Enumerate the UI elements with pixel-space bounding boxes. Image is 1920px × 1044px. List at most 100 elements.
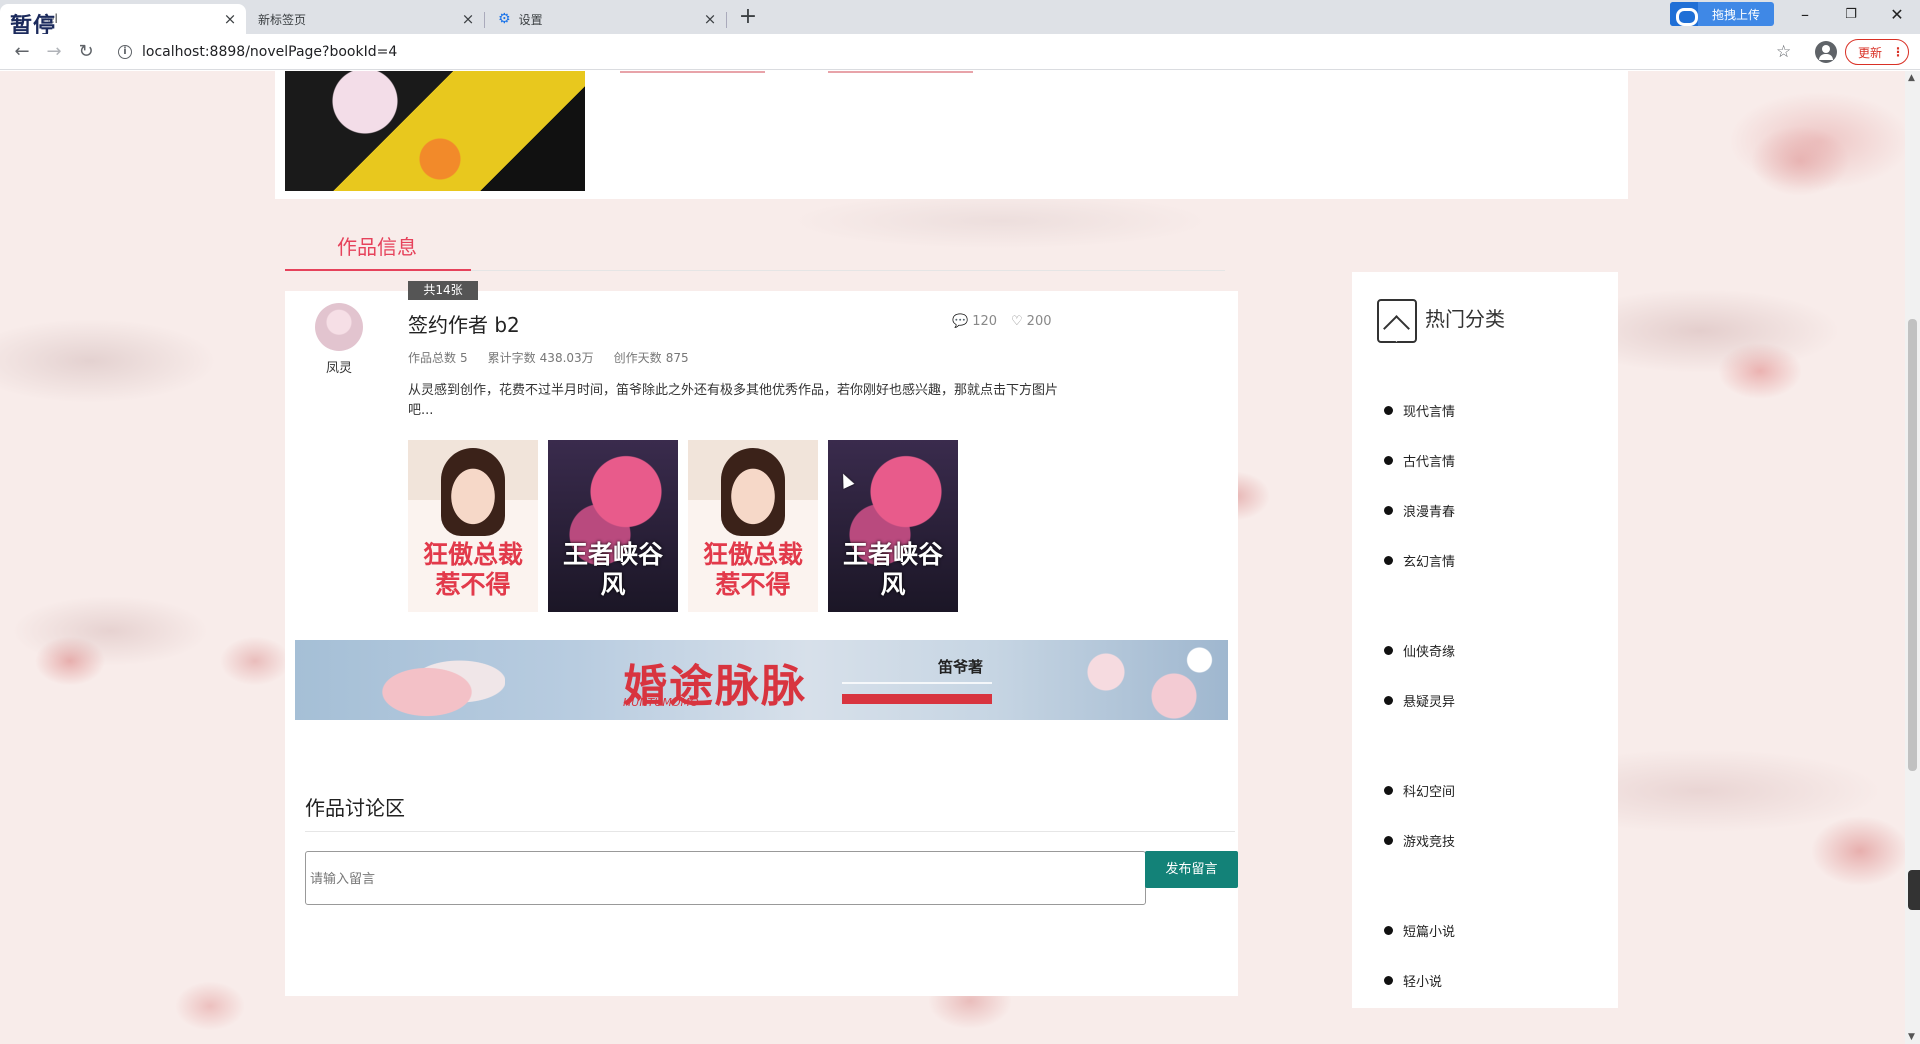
bookmark-star-icon[interactable]: ☆ [1776,42,1791,62]
active-tab-underline [285,269,471,271]
info-icon[interactable]: i [118,45,132,59]
like-count[interactable]: ♡ 200 [1011,314,1051,329]
comment-input[interactable] [305,851,1146,905]
bullet-icon [1384,926,1393,935]
heart-icon: ♡ [1011,314,1023,329]
divider [305,831,1235,832]
close-window-button[interactable]: ✕ [1874,0,1920,30]
category-label: 古代言情 [1403,455,1456,470]
close-tab-icon[interactable]: × [702,11,718,27]
stat-label: 累计字数 [487,351,536,365]
book-list: 狂傲总裁惹不得 王者峡谷风 狂傲总裁惹不得 王者峡谷风 [408,440,958,612]
minimize-button[interactable]: – [1782,0,1828,30]
cloud-icon [1670,2,1698,26]
stat-item: 累计字数 438.03万 [488,349,594,366]
banner-decoration [842,694,992,704]
count-badge: 共14张 [408,281,478,300]
category-item[interactable]: 游戏竞技 [1384,831,1455,850]
book-cover[interactable]: 狂傲总裁惹不得 [688,440,818,612]
stat-label: 作品总数 [408,351,457,365]
author-avatar-name: 凤灵 [326,361,353,376]
author-counts: 💬 120 ♡ 200 [952,314,1052,329]
book-cover[interactable]: 狂傲总裁惹不得 [408,440,538,612]
author-title: 签约作者 b2 [408,313,520,337]
book-cover-title: 王者峡谷风 [842,540,943,599]
book-cover[interactable]: 王者峡谷风 [828,440,958,612]
tab-settings[interactable]: ⚙ 设置 × [486,4,727,34]
tab-label: 新标签页 [258,12,307,27]
tab-label: 设置 [518,12,543,27]
bullet-icon [1384,786,1393,795]
scroll-down-icon[interactable]: ▼ [1908,1032,1915,1042]
category-item[interactable]: 古代言情 [1384,451,1455,470]
author-stats: 作品总数 5 累计字数 438.03万 创作天数 875 [408,349,689,366]
comment-count-value: 120 [972,314,998,329]
category-item[interactable]: 现代言情 [1384,401,1455,420]
scrollbar-thumb[interactable] [1908,319,1917,771]
upload-button-label: 拖拽上传 [1711,7,1760,22]
category-label: 玄幻言情 [1403,555,1456,570]
address-bar[interactable]: i localhost:8898/novelPage?bookId=4 [110,38,1790,66]
bullet-icon [1384,696,1393,705]
new-tab-button[interactable]: + [736,6,760,30]
side-panel-handle[interactable] [1908,870,1920,910]
scroll-up-icon[interactable]: ▲ [1908,73,1915,83]
category-item[interactable]: 轻小说 [1384,971,1442,990]
author-avatar[interactable] [315,303,363,351]
category-label: 短篇小说 [1403,925,1456,940]
reload-icon[interactable]: ↻ [74,40,98,64]
category-item[interactable]: 科幻空间 [1384,781,1455,800]
browser-tab-bar: vel × 暂停 新标签页 × ⚙ 设置 × + 拖拽上传 – ❐ ✕ [0,0,1920,39]
category-label: 浪漫青春 [1403,505,1456,520]
stat-label: 创作天数 [613,351,662,365]
category-item[interactable]: 浪漫青春 [1384,501,1455,520]
banner-decoration [842,682,992,684]
stat-value: 438.03万 [539,351,594,365]
discussion-title: 作品讨论区 [305,796,405,820]
stat-value: 875 [665,351,689,365]
bullet-icon [1384,406,1393,415]
tab-separator [484,12,485,28]
category-item[interactable]: 仙侠奇缘 [1384,641,1455,660]
promo-banner[interactable]: 婚途脉脉 HUNTUMOMO 笛爷著 [295,640,1228,720]
close-tab-icon[interactable]: × [222,11,238,27]
profile-avatar-icon[interactable] [1815,41,1837,63]
bullet-icon [1384,556,1393,565]
more-menu-icon: ⋮ [1892,45,1905,59]
stat-item: 创作天数 875 [614,349,689,366]
book-cover-title: 狂傲总裁惹不得 [702,540,803,599]
comment-count[interactable]: 💬 120 [952,314,997,329]
tab-work-info[interactable]: 作品信息 [337,231,417,260]
category-item[interactable]: 玄幻言情 [1384,551,1455,570]
category-label: 仙侠奇缘 [1403,645,1456,660]
stat-value: 5 [460,351,468,365]
category-label: 现代言情 [1403,405,1456,420]
book-cover[interactable]: 王者峡谷风 [548,440,678,612]
banner-subtitle: HUNTUMOMO [623,696,699,709]
comment-icon: 💬 [952,314,969,329]
browser-toolbar: ← → ↻ i localhost:8898/novelPage?bookId=… [0,34,1920,70]
gear-icon: ⚙ [498,11,511,27]
close-tab-icon[interactable]: × [460,11,476,27]
bullet-icon [1384,506,1393,515]
book-cover-title: 王者峡谷风 [562,540,663,599]
page-viewport: 作品信息 凤灵 共14张 签约作者 b2 💬 120 ♡ 200 作品总数 5 累计字… [0,71,1905,1044]
back-arrow-icon[interactable]: ← [10,40,34,64]
book-cover-image [285,71,585,191]
author-description: 从灵感到创作，花费不过半月时间，笛爷除此之外还有极多其他优秀作品，若你刚好也感兴… [408,383,1059,418]
tab-new[interactable]: 新标签页 × [246,4,485,34]
book-cover-title: 狂傲总裁惹不得 [422,540,523,599]
restore-button[interactable]: ❐ [1828,0,1874,30]
banner-byline: 笛爷著 [938,658,984,676]
update-button[interactable]: 更新 ⋮ [1845,39,1909,65]
header-accent-line [620,71,765,73]
url-text: localhost:8898/novelPage?bookId=4 [142,44,398,60]
category-item[interactable]: 短篇小说 [1384,921,1455,940]
category-item[interactable]: 悬疑灵异 [1384,691,1455,710]
tab-separator [726,12,727,28]
bullet-icon [1384,456,1393,465]
upload-button[interactable]: 拖拽上传 [1670,2,1774,26]
forward-arrow-icon[interactable]: → [42,40,66,64]
header-accent-line [828,71,973,73]
post-comment-button[interactable]: 发布留言 [1145,851,1238,888]
